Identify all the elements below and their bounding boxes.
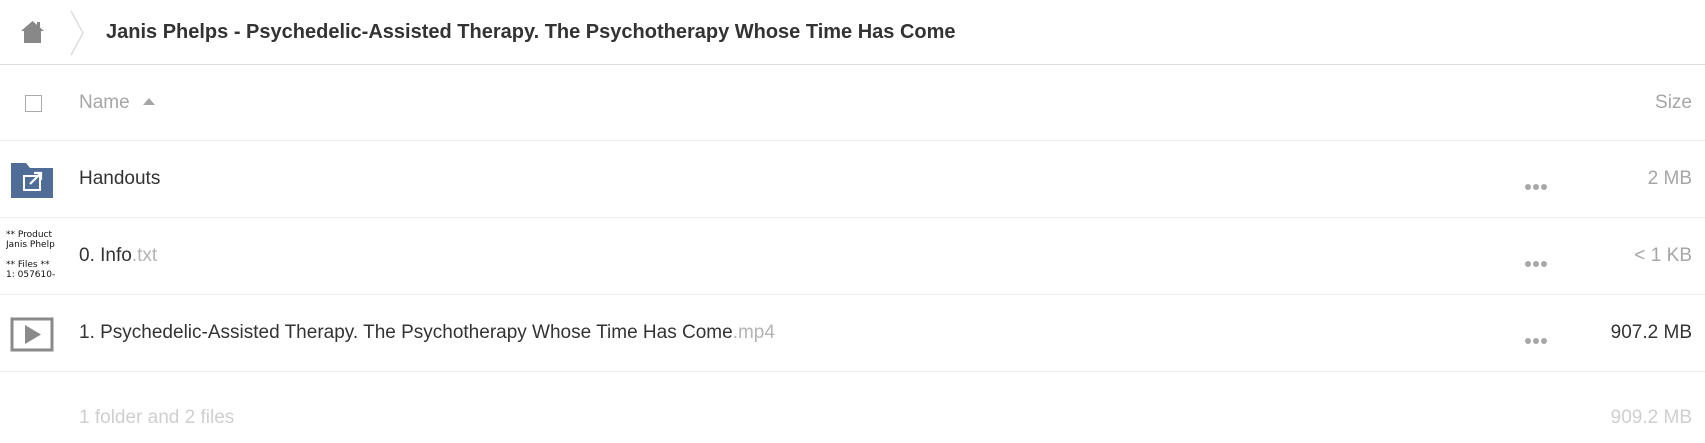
breadcrumb: Janis Phelps - Psychedelic-Assisted Ther… — [0, 0, 1705, 65]
more-actions-icon[interactable] — [1525, 177, 1549, 190]
file-row[interactable]: ** Product Janis Phelp ** Files ** 1: 05… — [0, 218, 1705, 295]
file-size: 2 MB — [1647, 168, 1692, 189]
summary-total-size: 909.2 MB — [1610, 407, 1692, 428]
file-row[interactable]: Handouts 2 MB — [0, 141, 1705, 218]
size-column-header[interactable]: Size — [1655, 91, 1692, 115]
text-file-thumbnail[interactable]: ** Product Janis Phelp ** Files ** 1: 05… — [6, 230, 56, 282]
file-size: 907.2 MB — [1610, 322, 1692, 343]
file-list-header: Name Size — [0, 65, 1705, 141]
file-name[interactable]: 1. Psychedelic-Assisted Therapy. The Psy… — [79, 321, 775, 345]
sort-ascending-icon[interactable] — [143, 98, 155, 105]
more-actions-icon[interactable] — [1525, 331, 1549, 344]
select-all-checkbox[interactable] — [25, 95, 42, 112]
file-row[interactable]: 1. Psychedelic-Assisted Therapy. The Psy… — [0, 295, 1705, 372]
breadcrumb-separator — [70, 10, 84, 56]
file-name[interactable]: Handouts — [79, 167, 160, 191]
home-icon[interactable] — [19, 19, 46, 45]
video-play-icon[interactable] — [10, 312, 54, 356]
name-column-header[interactable]: Name — [79, 91, 130, 115]
breadcrumb-current-folder[interactable]: Janis Phelps - Psychedelic-Assisted Ther… — [106, 19, 956, 45]
shared-folder-icon[interactable] — [10, 158, 54, 202]
file-name[interactable]: 0. Info.txt — [79, 244, 157, 268]
more-actions-icon[interactable] — [1525, 254, 1549, 267]
file-size: < 1 KB — [1634, 245, 1692, 266]
file-list-summary: 1 folder and 2 files 909.2 MB — [0, 372, 1705, 443]
summary-count: 1 folder and 2 files — [79, 407, 235, 428]
